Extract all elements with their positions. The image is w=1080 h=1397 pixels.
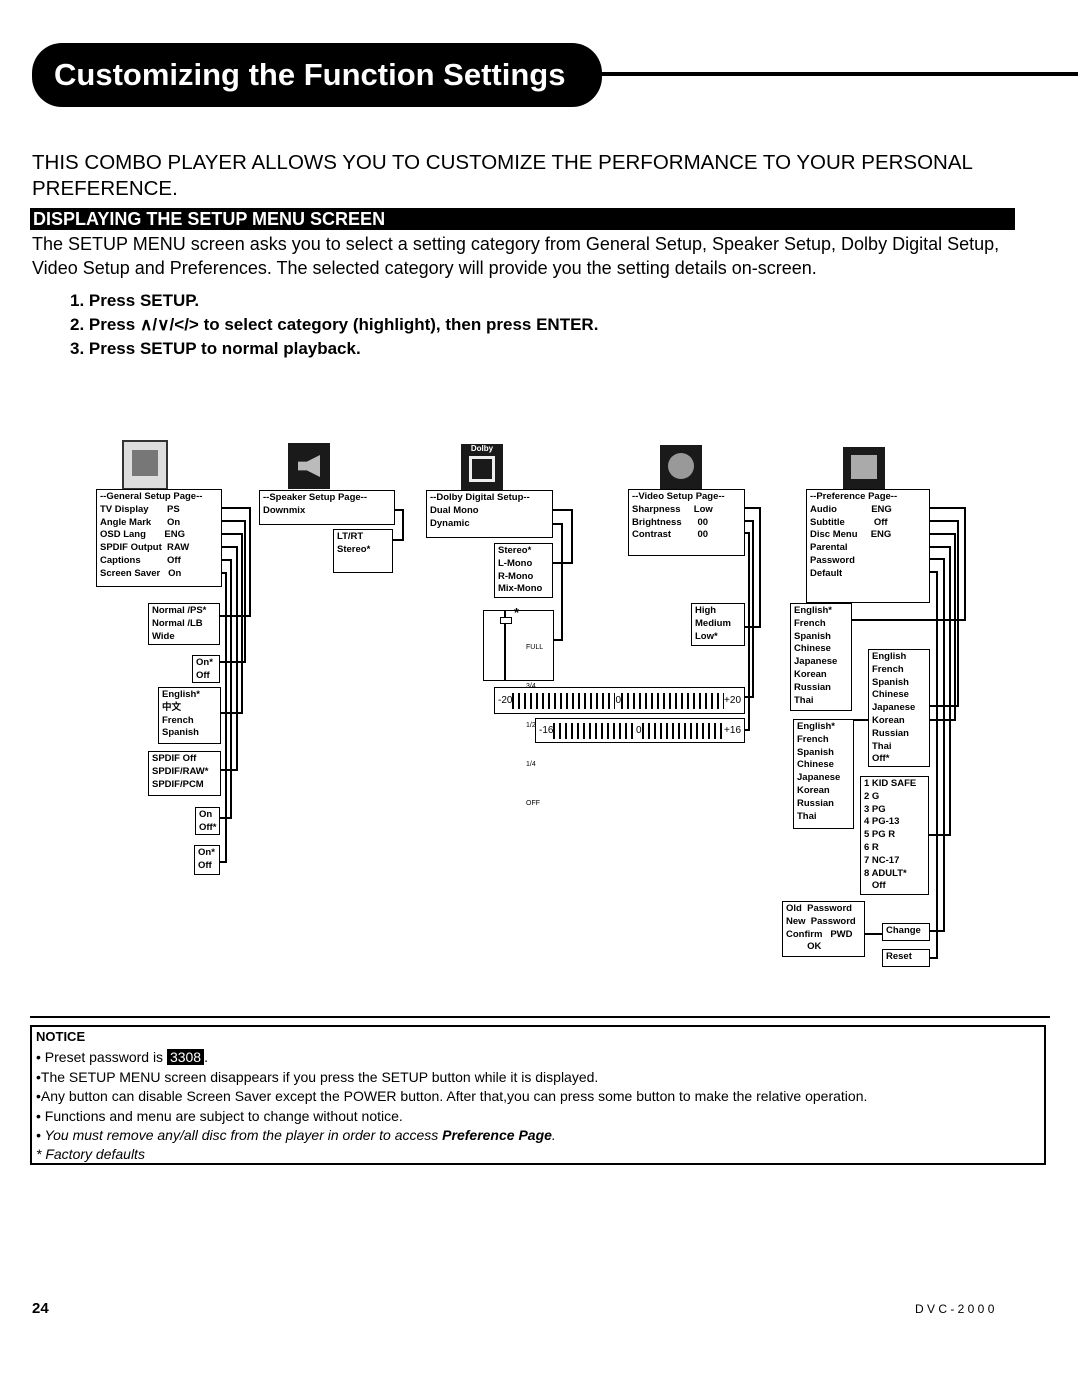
scale-min: -16 <box>539 725 554 736</box>
sharpness-options: High Medium Low* <box>691 603 745 646</box>
scale-max: +16 <box>724 725 742 736</box>
notice-box: NOTICE • Preset password is 3308. •The S… <box>30 1025 1046 1165</box>
dynamic-range-slider: * FULL 3/4 1/2 1/4 OFF <box>483 605 554 807</box>
manual-page: Customizing the Function Settings THIS C… <box>0 0 1080 1397</box>
level-label: FULL <box>526 644 544 651</box>
spdif-output-options: SPDIF Off SPDIF/RAW* SPDIF/PCM <box>148 751 221 796</box>
disc-menu-options: English* French Spanish Chinese Japanese… <box>793 719 854 829</box>
notice-line: •Any button can disable Screen Saver exc… <box>36 1088 868 1104</box>
dual-mono-options: Stereo* L-Mono R-Mono Mix-Mono <box>494 543 553 598</box>
notice-line: • Functions and menu are subject to chan… <box>36 1108 403 1124</box>
page-number: 24 <box>32 1300 49 1317</box>
notice-italic-bold: Preference Page <box>442 1127 552 1143</box>
scale-min: -20 <box>498 695 513 706</box>
model-name: D V C - 2 0 0 0 <box>915 1302 995 1316</box>
password-options: Old Password New Password Confirm PWD OK <box>782 901 865 957</box>
level-label: OFF <box>526 800 540 807</box>
angle-mark-options: On* Off <box>192 655 220 683</box>
audio-options: English* French Spanish Chinese Japanese… <box>790 603 852 711</box>
notice-heading: NOTICE <box>36 1029 86 1044</box>
contrast-scale: -16 0 +16 <box>535 718 745 743</box>
notice-rule <box>30 1016 1050 1018</box>
level-label: 1/4 <box>526 761 536 768</box>
screen-saver-options: On* Off <box>194 845 220 875</box>
speaker-setup-menu: --Speaker Setup Page-- Downmix <box>259 490 395 525</box>
preset-password: 3308 <box>166 1049 205 1065</box>
notice-italic-suffix: . <box>551 1127 556 1143</box>
subtitle-options: English French Spanish Chinese Japanese … <box>868 649 930 767</box>
notice-line: •The SETUP MENU screen disappears if you… <box>36 1069 599 1085</box>
general-setup-menu: --General Setup Page-- TV Display PS Ang… <box>96 489 222 587</box>
osd-lang-options: English* 中文 French Spanish <box>158 687 221 744</box>
reset-option: Reset <box>882 949 930 967</box>
notice-pw-suffix: . <box>204 1049 208 1065</box>
parental-options: 1 KID SAFE 2 G 3 PG 4 PG-13 5 PG R 6 R 7… <box>860 776 929 895</box>
notice-italic: • You must remove any/all disc from the … <box>36 1127 443 1143</box>
brightness-scale: -20 0 +20 <box>494 687 745 714</box>
preference-menu: --Preference Page-- Audio ENG Subtitle O… <box>806 489 930 603</box>
tv-display-options: Normal /PS* Normal /LB Wide <box>148 603 220 645</box>
change-option: Change <box>882 923 930 941</box>
scale-max: +20 <box>724 695 742 706</box>
downmix-options: LT/RT Stereo* <box>333 529 393 573</box>
dolby-setup-menu: --Dolby Digital Setup-- Dual Mono Dynami… <box>426 490 553 538</box>
factory-defaults-note: * Factory defaults <box>36 1146 145 1162</box>
dynamic-default-marker: * <box>514 605 520 620</box>
video-setup-menu: --Video Setup Page-- Sharpness Low Brigh… <box>628 489 745 556</box>
captions-options: On Off* <box>195 807 220 835</box>
notice-pw-prefix: • Preset password is <box>36 1049 167 1065</box>
